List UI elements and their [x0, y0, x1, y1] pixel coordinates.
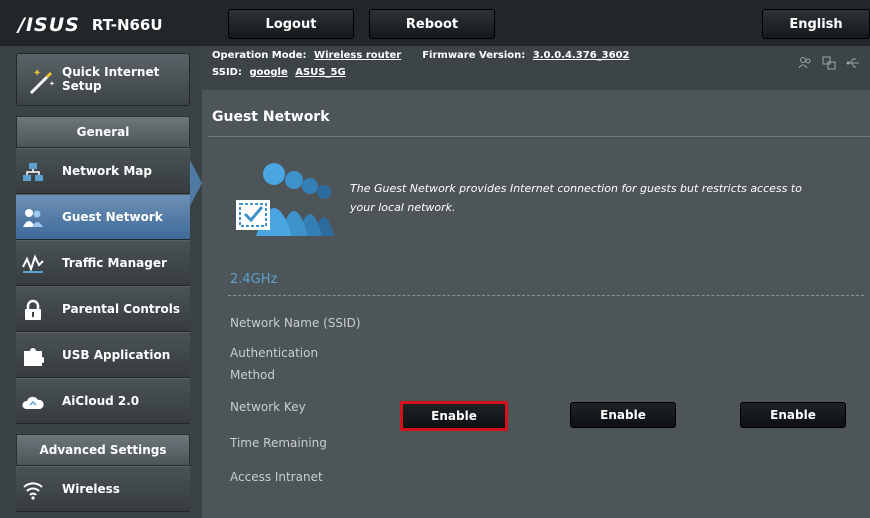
enable-button-3[interactable]: Enable	[740, 402, 846, 428]
guest-network-description: The Guest Network provides Internet conn…	[350, 182, 802, 214]
sidebar-item-aicloud[interactable]: AiCloud 2.0	[16, 378, 190, 424]
active-item-pointer	[190, 160, 202, 206]
reboot-button[interactable]: Reboot	[369, 9, 495, 39]
quick-internet-setup-label: Quick Internet Setup	[62, 65, 160, 93]
operation-mode-label: Operation Mode:	[212, 50, 307, 61]
sidebar-item-label: Traffic Manager	[62, 256, 167, 270]
top-bar: /ISUS RT-N66U Logout Reboot English	[0, 0, 870, 46]
ssid-label: SSID:	[212, 67, 242, 78]
firmware-version-link[interactable]: 3.0.0.4.376_3602	[533, 50, 630, 61]
enable-button-2[interactable]: Enable	[570, 402, 676, 428]
sidebar-item-label: Parental Controls	[62, 302, 181, 316]
clients-icon[interactable]	[798, 56, 812, 70]
band-label-2-4ghz: 2.4GHz	[230, 272, 278, 287]
status-icons	[798, 56, 860, 70]
advanced-menu: Wireless	[16, 466, 190, 512]
sidebar-item-usb-application[interactable]: USB Application	[16, 332, 190, 378]
info-line-mode-firmware: Operation Mode: Wireless router Firmware…	[212, 50, 630, 61]
ssid-link-1[interactable]: google	[249, 67, 287, 78]
sidebar-item-wireless[interactable]: Wireless	[16, 466, 190, 512]
network-key-label: Network Key	[230, 400, 306, 414]
lock-icon	[25, 299, 41, 320]
title-divider	[208, 136, 870, 137]
ssid-link-2[interactable]: ASUS_5G	[295, 67, 345, 78]
enable-button-1[interactable]: Enable	[400, 401, 508, 431]
svg-text:✦: ✦	[49, 80, 55, 88]
network-map-icon	[23, 163, 43, 181]
page-title: Guest Network	[212, 109, 330, 125]
authentication-method-label: Authentication Method	[230, 346, 319, 382]
logout-button[interactable]: Logout	[228, 9, 354, 39]
network-name-label: Network Name (SSID)	[230, 316, 361, 330]
cloud-icon	[22, 396, 44, 409]
sidebar-item-label: USB Application	[62, 348, 171, 362]
link-icon[interactable]	[822, 56, 836, 70]
puzzle-icon	[24, 348, 44, 366]
language-button[interactable]: English	[762, 9, 870, 39]
general-menu: Network Map Guest Network Traffic Manage…	[16, 148, 190, 424]
asus-logo[interactable]: /ISUS RT-N66U	[18, 11, 196, 38]
magic-wand-icon: ✦ ✦	[29, 68, 55, 95]
sidebar-item-label: Wireless	[62, 482, 120, 496]
sidebar-item-label: AiCloud 2.0	[62, 394, 140, 408]
sidebar-item-guest-network[interactable]: Guest Network	[16, 194, 190, 240]
access-intranet-label: Access Intranet	[230, 470, 323, 484]
info-line-ssid: SSID: google ASUS_5G	[212, 67, 346, 78]
traffic-manager-icon	[22, 254, 44, 273]
sidebar: ✦ ✦ Quick Internet Setup General Network…	[0, 46, 202, 518]
advanced-settings-header: Advanced Settings	[16, 434, 190, 466]
model-name: RT-N66U	[91, 15, 163, 34]
sidebar-item-label: Network Map	[62, 164, 152, 178]
main-panel: Operation Mode: Wireless router Firmware…	[202, 46, 870, 518]
guest-network-icon	[23, 209, 43, 227]
operation-mode-link[interactable]: Wireless router	[314, 50, 401, 61]
svg-text:✦: ✦	[33, 68, 41, 79]
sidebar-item-traffic-manager[interactable]: Traffic Manager	[16, 240, 190, 286]
status-info-bar: Operation Mode: Wireless router Firmware…	[202, 46, 870, 90]
time-remaining-label: Time Remaining	[230, 436, 327, 450]
brand-logo-text: /ISUS	[18, 13, 80, 36]
guest-network-illustration-icon	[236, 163, 334, 236]
sidebar-item-label: Guest Network	[62, 210, 163, 224]
usb-icon[interactable]	[846, 56, 860, 70]
sidebar-item-network-map[interactable]: Network Map	[16, 148, 190, 194]
general-section-header: General	[16, 116, 190, 148]
wireless-icon	[23, 482, 43, 500]
band-divider	[228, 295, 864, 296]
sidebar-item-parental-controls[interactable]: Parental Controls	[16, 286, 190, 332]
firmware-version-label: Firmware Version:	[422, 50, 526, 61]
quick-internet-setup-button[interactable]: ✦ ✦ Quick Internet Setup	[16, 53, 190, 106]
